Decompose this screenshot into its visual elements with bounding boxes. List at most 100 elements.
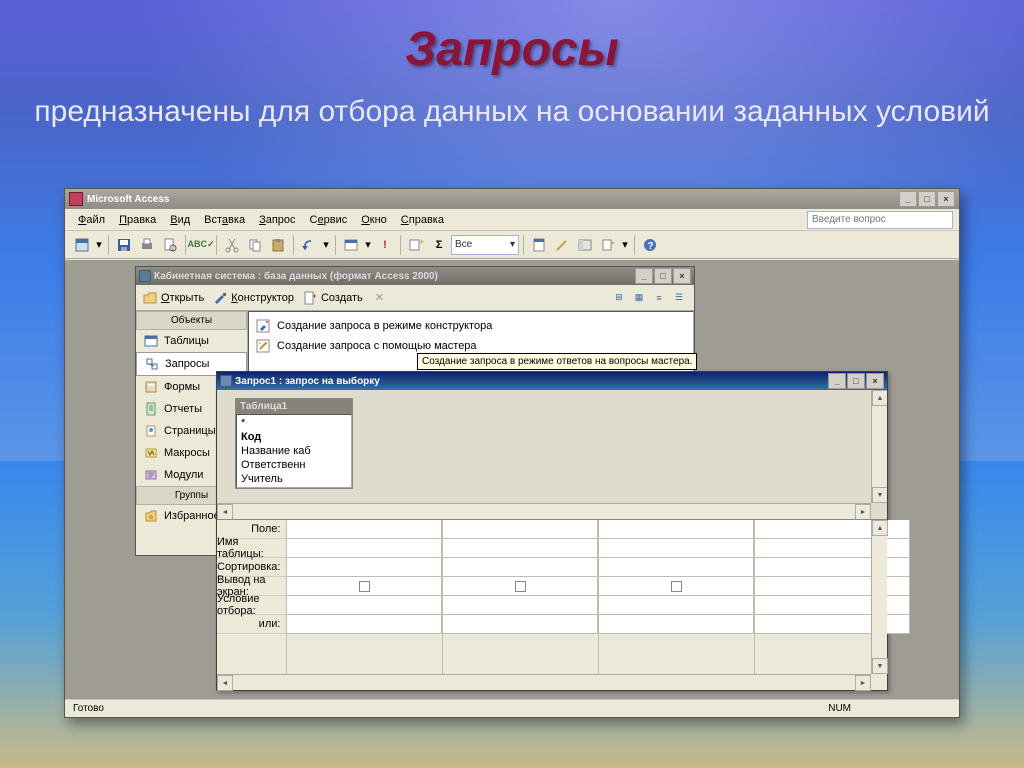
vscrollbar[interactable]: ▲▼ bbox=[871, 520, 887, 674]
minimize-button[interactable]: _ bbox=[899, 191, 917, 207]
view-list-button[interactable]: ≡ bbox=[650, 289, 668, 307]
totals-button[interactable]: Σ bbox=[428, 234, 450, 256]
grid-cell[interactable] bbox=[599, 539, 754, 558]
menu-tools[interactable]: Сервис bbox=[303, 212, 355, 228]
grid-cell[interactable] bbox=[755, 577, 910, 596]
db-create-button[interactable]: Создать bbox=[302, 290, 363, 306]
menu-insert[interactable]: Вставка bbox=[197, 212, 252, 228]
build-button[interactable] bbox=[551, 234, 573, 256]
save-button[interactable] bbox=[113, 234, 135, 256]
query-type-dropdown-icon[interactable]: ▾ bbox=[363, 234, 373, 256]
grid-cell[interactable] bbox=[287, 539, 442, 558]
db-design-button[interactable]: Конструктор bbox=[212, 290, 294, 306]
undo-button[interactable] bbox=[298, 234, 320, 256]
view-dropdown-icon[interactable]: ▾ bbox=[94, 234, 104, 256]
close-button[interactable]: × bbox=[937, 191, 955, 207]
checkbox-icon[interactable] bbox=[359, 581, 370, 592]
scroll-right-icon[interactable]: ► bbox=[855, 504, 871, 520]
scroll-left-icon[interactable]: ◄ bbox=[217, 675, 233, 691]
create-design-item[interactable]: Создание запроса в режиме конструктора bbox=[253, 316, 689, 336]
preview-button[interactable] bbox=[159, 234, 181, 256]
undo-dropdown-icon[interactable]: ▾ bbox=[321, 234, 331, 256]
vscrollbar[interactable]: ▲▼ bbox=[871, 390, 887, 503]
menu-help[interactable]: Справка bbox=[394, 212, 451, 228]
scroll-right-icon[interactable]: ► bbox=[855, 675, 871, 691]
q-close-button[interactable]: × bbox=[866, 373, 884, 389]
db-open-button[interactable]: ОтОткрытькрыть bbox=[142, 290, 204, 306]
show-table-button[interactable]: + bbox=[405, 234, 427, 256]
grid-cell[interactable] bbox=[287, 520, 442, 539]
scroll-up-icon[interactable]: ▲ bbox=[872, 390, 887, 406]
menu-query[interactable]: Запрос bbox=[252, 212, 302, 228]
grid-cell[interactable] bbox=[443, 615, 598, 634]
db-delete-button[interactable]: ✕ bbox=[375, 291, 384, 304]
label-or: или: bbox=[217, 615, 286, 634]
grid-cell-show[interactable] bbox=[443, 577, 598, 596]
grid-cell[interactable] bbox=[287, 558, 442, 577]
q-minimize-button[interactable]: _ bbox=[828, 373, 846, 389]
grid-cell[interactable] bbox=[755, 539, 910, 558]
field-item[interactable]: * bbox=[238, 416, 350, 430]
view-details-button[interactable]: ☰ bbox=[670, 289, 688, 307]
q-maximize-button[interactable]: □ bbox=[847, 373, 865, 389]
top-values-dropdown[interactable]: Все▾ bbox=[451, 235, 519, 255]
grid-cell[interactable] bbox=[755, 615, 910, 634]
print-button[interactable] bbox=[136, 234, 158, 256]
grid-cell[interactable] bbox=[599, 520, 754, 539]
query-type-button[interactable] bbox=[340, 234, 362, 256]
grid-cell-show[interactable] bbox=[599, 577, 754, 596]
scroll-down-icon[interactable]: ▼ bbox=[872, 487, 887, 503]
scroll-down-icon[interactable]: ▼ bbox=[872, 658, 888, 674]
view-large-icons-button[interactable]: ⊞ bbox=[610, 289, 628, 307]
table-field-list[interactable]: Таблица1 * Код Название каб Ответственн … bbox=[235, 398, 353, 489]
cut-button[interactable] bbox=[221, 234, 243, 256]
run-button[interactable]: ! bbox=[374, 234, 396, 256]
grid-cell[interactable] bbox=[599, 615, 754, 634]
grid-cell[interactable] bbox=[443, 596, 598, 615]
properties-button[interactable] bbox=[528, 234, 550, 256]
spell-button[interactable]: ABC✓ bbox=[190, 234, 212, 256]
grid-cell[interactable] bbox=[443, 520, 598, 539]
table-pane[interactable]: Таблица1 * Код Название каб Ответственн … bbox=[217, 390, 887, 520]
hscrollbar[interactable]: ◄► bbox=[217, 503, 871, 519]
view-button[interactable] bbox=[71, 234, 93, 256]
scroll-up-icon[interactable]: ▲ bbox=[872, 520, 888, 536]
grid-cell[interactable] bbox=[755, 596, 910, 615]
nav-tables[interactable]: Таблицы bbox=[136, 330, 247, 352]
svg-text:+: + bbox=[419, 237, 424, 247]
grid-cell[interactable] bbox=[443, 539, 598, 558]
checkbox-icon[interactable] bbox=[671, 581, 682, 592]
menu-file[interactable]: ФФайлайл bbox=[71, 212, 112, 228]
menu-window[interactable]: Окно bbox=[354, 212, 394, 228]
menu-edit[interactable]: Правка bbox=[112, 212, 163, 228]
db-window-button[interactable] bbox=[574, 234, 596, 256]
help-search-input[interactable] bbox=[807, 211, 953, 229]
grid-cell[interactable] bbox=[287, 596, 442, 615]
copy-button[interactable] bbox=[244, 234, 266, 256]
new-object-dropdown-icon[interactable]: ▾ bbox=[620, 234, 630, 256]
grid-cell[interactable] bbox=[443, 558, 598, 577]
grid-cell-show[interactable] bbox=[287, 577, 442, 596]
status-text: Готово bbox=[73, 703, 104, 714]
view-small-icons-button[interactable]: ▦ bbox=[630, 289, 648, 307]
maximize-button[interactable]: □ bbox=[918, 191, 936, 207]
scroll-left-icon[interactable]: ◄ bbox=[217, 504, 233, 520]
grid-cell[interactable] bbox=[599, 558, 754, 577]
table-header[interactable]: Таблица1 bbox=[236, 399, 352, 414]
checkbox-icon[interactable] bbox=[515, 581, 526, 592]
field-item[interactable]: Ответственн bbox=[238, 458, 350, 472]
db-maximize-button[interactable]: □ bbox=[654, 268, 672, 284]
grid-cell[interactable] bbox=[287, 615, 442, 634]
grid-cell[interactable] bbox=[755, 558, 910, 577]
hscrollbar[interactable]: ◄► bbox=[217, 674, 871, 690]
field-item[interactable]: Код bbox=[238, 430, 350, 444]
db-close-button[interactable]: × bbox=[673, 268, 691, 284]
field-item[interactable]: Название каб bbox=[238, 444, 350, 458]
new-object-button[interactable] bbox=[597, 234, 619, 256]
grid-cell[interactable] bbox=[599, 596, 754, 615]
help-button[interactable]: ? bbox=[639, 234, 661, 256]
field-item[interactable]: Учитель bbox=[238, 472, 350, 486]
db-minimize-button[interactable]: _ bbox=[635, 268, 653, 284]
menu-view[interactable]: Вид bbox=[163, 212, 197, 228]
paste-button[interactable] bbox=[267, 234, 289, 256]
